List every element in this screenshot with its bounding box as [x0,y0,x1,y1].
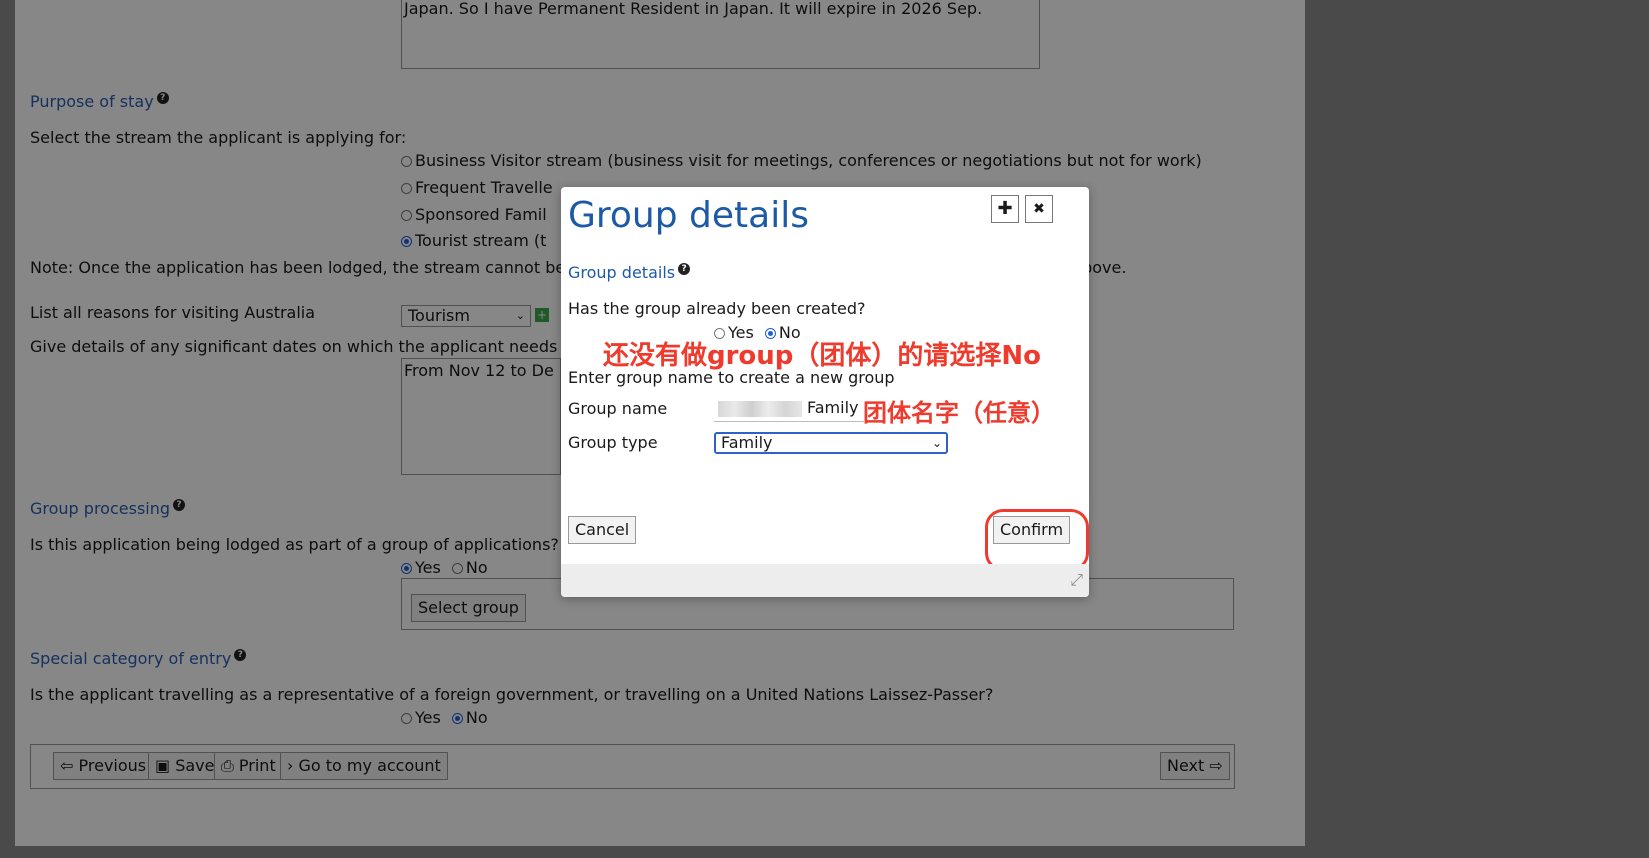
annotation-group-name: 团体名字（任意） [863,399,1055,427]
cancel-button[interactable]: Cancel [568,516,637,544]
group-name-label: Group name [568,399,668,418]
group-details-section-title: Group details? [568,263,691,282]
create-group-prompt: Enter group name to create a new group [568,368,895,387]
group-name-value: Family [807,398,859,417]
group-details-dialog: Group details ✚ ✖ Group details? Has the… [561,187,1089,597]
group-created-question: Has the group already been created? [568,299,866,318]
chevron-down-icon: ⌄ [931,436,942,450]
dialog-footer: ⤢ [561,564,1089,597]
group-type-label: Group type [568,433,658,452]
close-icon[interactable]: ✖ [1025,195,1053,223]
group-name-input[interactable]: Family [714,394,864,422]
confirm-highlight-annotation [985,509,1089,571]
section-title-label: Group details [568,263,676,282]
annotation-select-no: 还没有做group（团体）的请选择No [603,341,1042,371]
help-icon[interactable]: ? [678,263,691,275]
resize-icon[interactable]: ⤢ [1070,570,1083,590]
maximize-icon[interactable]: ✚ [991,195,1019,223]
redacted-text [718,401,802,417]
group-type-select[interactable]: Family ⌄ [714,432,948,454]
group-type-value: Family [721,433,773,452]
dialog-title: Group details [568,195,809,236]
